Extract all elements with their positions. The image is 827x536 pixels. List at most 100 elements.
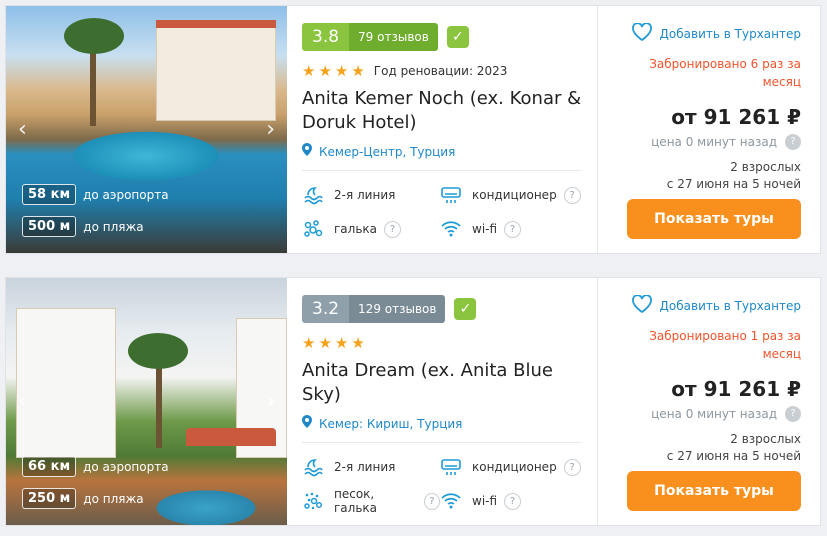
price-updated-label: цена 0 минут назад bbox=[651, 135, 777, 149]
rating-score: 3.8 bbox=[302, 23, 350, 51]
add-to-favorites-button[interactable]: Добавить в Турхантер bbox=[608, 294, 801, 317]
location-text: Кемер: Кириш, Турция bbox=[319, 416, 463, 431]
hotel-info: 3.2 129 отзывов ✓ ★★★★ Anita Dream (ex. … bbox=[287, 278, 597, 525]
prev-photo-icon[interactable]: ‹ bbox=[18, 390, 27, 413]
price-column: Добавить в Турхантер Забронировано 1 раз… bbox=[598, 278, 820, 525]
travelers-info: 2 взрослых с 27 июня на 5 ночей bbox=[608, 159, 801, 193]
feature-wifi-label: wi-fi bbox=[472, 222, 498, 236]
price-updated: цена 0 минут назад ? bbox=[608, 134, 801, 150]
help-icon[interactable]: ? bbox=[563, 186, 581, 204]
beach-distance-label: до пляжа bbox=[83, 491, 144, 506]
feature-beach-type: песок, галька ? bbox=[302, 487, 440, 515]
location-pin-icon bbox=[302, 143, 312, 160]
star-rating-icon: ★★★★ bbox=[302, 62, 368, 80]
hotel-card: ‹ › 66 км до аэропорта 250 м до пляжа 3.… bbox=[5, 277, 821, 526]
next-photo-icon[interactable]: › bbox=[266, 390, 275, 413]
booking-count: Забронировано 6 раз за месяц bbox=[649, 57, 801, 89]
booking-count: Забронировано 1 раз за месяц bbox=[649, 329, 801, 361]
tour-price: от 91 261 ₽ bbox=[671, 377, 801, 401]
hotel-info: 3.8 79 отзывов ✓ ★★★★ Год реновации: 202… bbox=[287, 6, 597, 253]
help-icon[interactable]: ? bbox=[504, 492, 522, 510]
hotel-name-link[interactable]: Anita Dream (ex. Anita Blue Sky) bbox=[302, 359, 582, 407]
feature-ac-label: кондиционер bbox=[472, 188, 557, 202]
building-decoration bbox=[156, 26, 276, 121]
stars-row: ★★★★ Год реновации: 2023 bbox=[302, 62, 581, 80]
wifi-icon bbox=[440, 490, 462, 512]
beach-distance: 250 м до пляжа bbox=[22, 488, 144, 509]
add-to-favorites-label: Добавить в Турхантер bbox=[659, 299, 801, 313]
prev-photo-icon[interactable]: ‹ bbox=[18, 118, 27, 141]
feature-line-label: 2-я линия bbox=[334, 188, 396, 202]
price-updated-label: цена 0 минут назад bbox=[651, 407, 777, 421]
rating-badge[interactable]: 3.8 79 отзывов bbox=[302, 23, 438, 51]
hotel-card: ‹ › 58 км до аэропорта 500 м до пляжа 3.… bbox=[5, 5, 821, 254]
beach-distance: 500 м до пляжа bbox=[22, 216, 144, 237]
wave-icon bbox=[302, 456, 324, 478]
travelers-count: 2 взрослых bbox=[730, 432, 801, 446]
show-tours-button[interactable]: Показать туры bbox=[627, 471, 801, 511]
hotel-photo[interactable]: ‹ › 66 км до аэропорта 250 м до пляжа bbox=[6, 278, 287, 525]
help-icon[interactable]: ? bbox=[563, 458, 581, 476]
verified-icon: ✓ bbox=[446, 26, 469, 48]
divider bbox=[302, 170, 581, 171]
next-photo-icon[interactable]: › bbox=[266, 118, 275, 141]
renovation-year: Год реновации: 2023 bbox=[373, 64, 508, 78]
beach-distance-value: 250 м bbox=[22, 488, 77, 509]
air-conditioner-icon bbox=[440, 456, 462, 478]
airport-distance-value: 66 км bbox=[22, 456, 77, 477]
help-icon[interactable]: ? bbox=[423, 492, 440, 510]
airport-distance-label: до аэропорта bbox=[83, 459, 169, 474]
verified-icon: ✓ bbox=[454, 298, 477, 320]
roof-decoration bbox=[156, 20, 276, 28]
travelers-count: 2 взрослых bbox=[730, 160, 801, 174]
feature-line: 2-я линия bbox=[302, 456, 440, 478]
feature-line-label: 2-я линия bbox=[334, 460, 396, 474]
show-tours-button[interactable]: Показать туры bbox=[627, 199, 801, 239]
beach-distance-label: до пляжа bbox=[83, 219, 144, 234]
price-updated: цена 0 минут назад ? bbox=[608, 406, 801, 422]
travel-dates: с 27 июня на 5 ночей bbox=[666, 449, 801, 463]
stars-row: ★★★★ bbox=[302, 334, 581, 352]
help-icon[interactable]: ? bbox=[504, 220, 522, 238]
add-to-favorites-button[interactable]: Добавить в Турхантер bbox=[608, 22, 801, 45]
wifi-icon bbox=[440, 218, 462, 240]
feature-beach-type: галька ? bbox=[302, 218, 440, 240]
feature-wifi-label: wi-fi bbox=[472, 494, 498, 508]
air-conditioner-icon bbox=[440, 184, 462, 206]
beach-distance-value: 500 м bbox=[22, 216, 77, 237]
feature-ac: кондиционер ? bbox=[440, 456, 582, 478]
hotel-location[interactable]: Кемер-Центр, Турция bbox=[302, 143, 581, 160]
heart-icon bbox=[631, 22, 652, 45]
features-grid: 2-я линия кондиционер ? песок, галька ? bbox=[302, 456, 582, 515]
airport-distance-label: до аэропорта bbox=[83, 187, 169, 202]
help-icon[interactable]: ? bbox=[785, 406, 801, 422]
add-to-favorites-label: Добавить в Турхантер bbox=[659, 27, 801, 41]
feature-beach-type-label: песок, галька bbox=[334, 487, 378, 515]
hotel-location[interactable]: Кемер: Кириш, Турция bbox=[302, 415, 581, 432]
help-icon[interactable]: ? bbox=[384, 220, 402, 238]
feature-wifi: wi-fi ? bbox=[440, 490, 582, 512]
rating-row: 3.8 79 отзывов ✓ bbox=[302, 23, 581, 51]
wave-icon bbox=[302, 184, 324, 206]
airport-distance: 66 км до аэропорта bbox=[22, 456, 169, 477]
location-pin-icon bbox=[302, 415, 312, 432]
rating-score: 3.2 bbox=[302, 295, 350, 323]
help-icon[interactable]: ? bbox=[785, 134, 801, 150]
hotel-name-link[interactable]: Anita Kemer Noch (ex. Konar & Doruk Hote… bbox=[302, 87, 582, 135]
divider bbox=[302, 442, 581, 443]
location-text: Кемер-Центр, Турция bbox=[319, 144, 456, 159]
feature-ac: кондиционер ? bbox=[440, 184, 582, 206]
rating-badge[interactable]: 3.2 129 отзывов bbox=[302, 295, 446, 323]
feature-line: 2-я линия bbox=[302, 184, 440, 206]
rating-row: 3.2 129 отзывов ✓ bbox=[302, 295, 581, 323]
airport-distance: 58 км до аэропорта bbox=[22, 184, 169, 205]
travel-dates: с 27 июня на 5 ночей bbox=[666, 177, 801, 191]
palm-decoration bbox=[64, 18, 124, 54]
reviews-count[interactable]: 79 отзывов bbox=[349, 23, 438, 51]
travelers-info: 2 взрослых с 27 июня на 5 ночей bbox=[608, 431, 801, 465]
reviews-count[interactable]: 129 отзывов bbox=[349, 295, 446, 323]
palm-decoration bbox=[128, 333, 188, 369]
sand-pebbles-icon bbox=[302, 490, 324, 512]
hotel-photo[interactable]: ‹ › 58 км до аэропорта 500 м до пляжа bbox=[6, 6, 287, 253]
features-grid: 2-я линия кондиционер ? галька ? wi-fi ? bbox=[302, 184, 582, 240]
